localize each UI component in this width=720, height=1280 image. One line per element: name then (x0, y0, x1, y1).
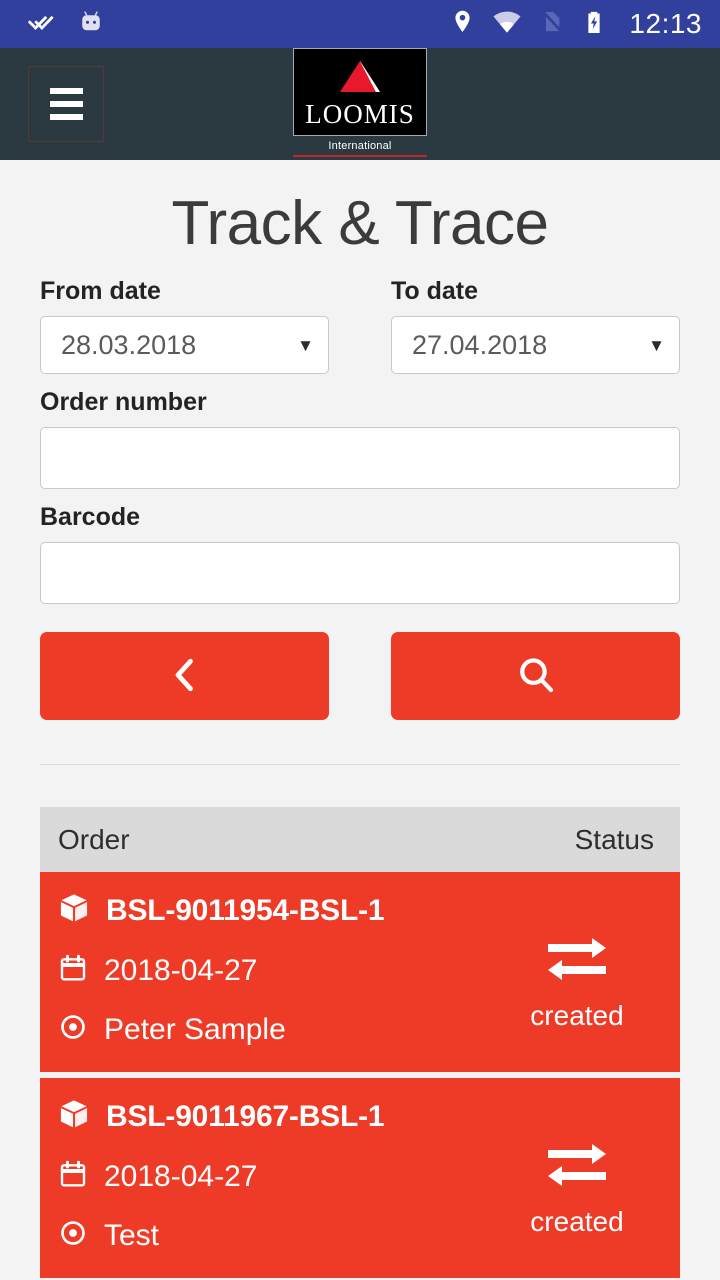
hamburger-bar (49, 114, 83, 120)
logo-box: LOOMIS (293, 48, 427, 136)
magnifier-icon (514, 653, 558, 700)
to-date-value: 27.04.2018 (412, 329, 548, 360)
row-details: BSL-9011967-BSL-1 2018-04-27 Test (58, 1096, 492, 1256)
target-dot-icon (58, 1218, 88, 1253)
order-number-label: Order number (40, 388, 207, 416)
target-dot-icon (58, 1012, 88, 1047)
hamburger-bar (49, 101, 83, 107)
double-check-icon (26, 7, 56, 42)
package-box-icon (58, 892, 90, 929)
hamburger-menu-icon[interactable] (28, 66, 104, 142)
search-button[interactable] (391, 632, 680, 720)
status-clock: 12:13 (629, 8, 702, 39)
section-divider (40, 764, 680, 765)
android-robot-icon (76, 7, 106, 42)
package-box-icon (58, 1098, 90, 1135)
date-range-row: From date 28.03.2018 ▼ To date 27.04.201… (40, 277, 680, 374)
row-status-cell: created (492, 1096, 662, 1256)
status-notifications (26, 7, 449, 42)
to-date-group: To date 27.04.2018 ▼ (391, 277, 680, 374)
barcode-input[interactable] (40, 542, 680, 604)
barcode-group: Barcode (40, 503, 680, 604)
results-table: Order Status BSL-9011954-BSL-1 2018-04-2… (40, 807, 680, 1278)
row-order-line: BSL-9011967-BSL-1 (58, 1098, 492, 1135)
table-row[interactable]: BSL-9011954-BSL-1 2018-04-27 Peter Sampl… (40, 872, 680, 1072)
row-status-cell: created (492, 890, 662, 1050)
results-table-header: Order Status (40, 807, 680, 872)
brand-logo: LOOMIS International (293, 48, 427, 157)
wifi-icon (492, 7, 522, 42)
row-contact-name: Test (104, 1218, 160, 1252)
to-date-label: To date (391, 277, 479, 305)
row-order-line: BSL-9011954-BSL-1 (58, 892, 492, 929)
row-contact-line: Peter Sample (58, 1012, 492, 1047)
from-date-label: From date (40, 277, 161, 305)
logo-subtitle: International (328, 140, 392, 152)
chevron-down-icon: ▼ (297, 335, 314, 355)
calendar-icon (58, 953, 88, 988)
row-date-line: 2018-04-27 (58, 1159, 492, 1194)
from-date-group: From date 28.03.2018 ▼ (40, 277, 329, 374)
chevron-down-icon: ▼ (648, 335, 665, 355)
row-status-text: created (530, 1205, 624, 1237)
from-date-select[interactable]: 28.03.2018 ▼ (40, 316, 329, 374)
chevron-left-icon (163, 653, 207, 700)
order-number-input[interactable] (40, 427, 680, 489)
calendar-icon (58, 1159, 88, 1194)
system-status-bar: 12:13 (0, 0, 720, 48)
location-pin-icon (449, 8, 476, 40)
battery-charging-icon (581, 9, 607, 40)
exchange-arrows-icon (546, 1141, 608, 1194)
app-header: LOOMIS International (0, 48, 720, 160)
action-buttons (40, 632, 680, 720)
table-row[interactable]: BSL-9011967-BSL-1 2018-04-27 Test create… (40, 1078, 680, 1278)
exchange-arrows-icon (546, 935, 608, 988)
hamburger-bar (49, 88, 83, 94)
to-date-select[interactable]: 27.04.2018 ▼ (391, 316, 680, 374)
row-status-text: created (530, 999, 624, 1031)
row-date: 2018-04-27 (104, 1159, 258, 1193)
order-number-group: Order number (40, 388, 680, 489)
no-sim-icon (538, 8, 565, 40)
barcode-label: Barcode (40, 503, 141, 531)
status-indicators: 12:13 (449, 7, 702, 42)
row-date-line: 2018-04-27 (58, 953, 492, 988)
back-button[interactable] (40, 632, 329, 720)
column-header-status: Status (574, 823, 654, 855)
row-contact-name: Peter Sample (104, 1012, 286, 1046)
row-date: 2018-04-27 (104, 953, 258, 987)
row-order-number: BSL-9011954-BSL-1 (106, 893, 385, 927)
page-content: Track & Trace From date 28.03.2018 ▼ To … (0, 160, 720, 1278)
row-details: BSL-9011954-BSL-1 2018-04-27 Peter Sampl… (58, 890, 492, 1050)
logo-wordmark: LOOMIS (305, 99, 415, 129)
from-date-value: 28.03.2018 (61, 329, 197, 360)
loomis-triangle-icon (332, 60, 388, 99)
page-title: Track & Trace (171, 189, 549, 258)
logo-rule (293, 155, 427, 157)
column-header-order: Order (58, 823, 130, 855)
row-contact-line: Test (58, 1218, 492, 1253)
row-order-number: BSL-9011967-BSL-1 (106, 1099, 385, 1133)
